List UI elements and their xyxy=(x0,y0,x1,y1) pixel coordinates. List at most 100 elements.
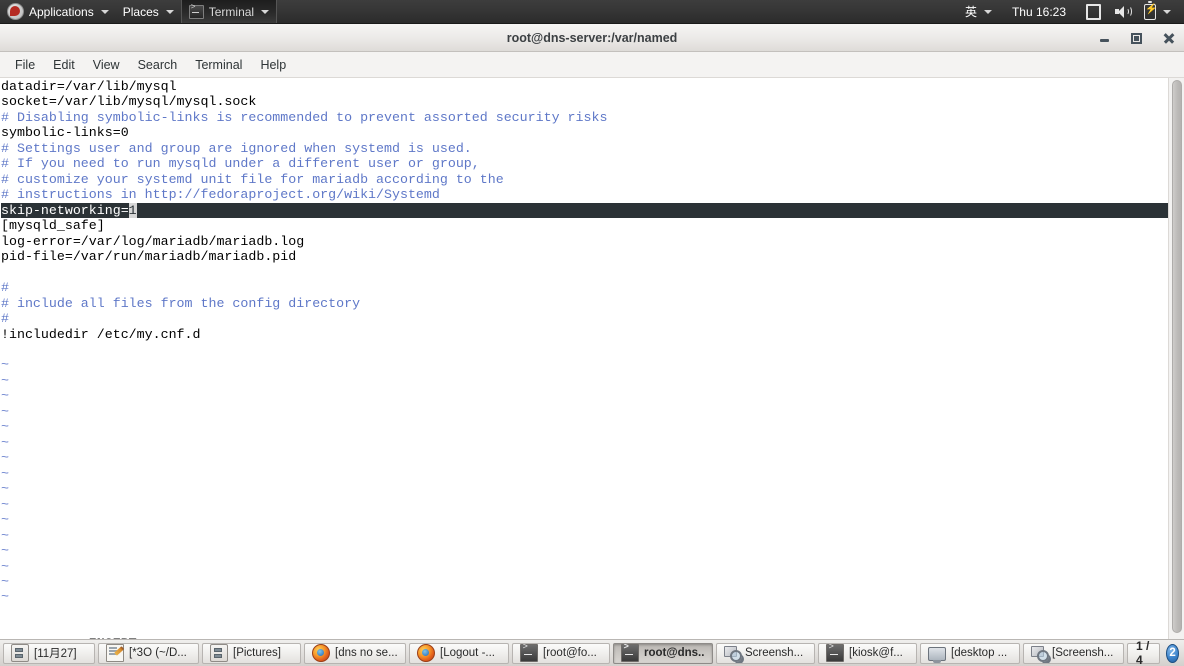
clock-label: Thu 16:23 xyxy=(1011,4,1066,19)
terminal-line-text: # Settings user and group are ignored wh… xyxy=(1,140,472,156)
top-panel-right: 英 Thu 16:23 xyxy=(958,0,1184,23)
taskbar-item-label: [desktop ... xyxy=(951,647,1008,659)
vim-empty-line-marker: ~ xyxy=(1,589,9,605)
places-menu[interactable]: Places xyxy=(116,0,181,23)
fedora-logo-icon xyxy=(7,3,24,20)
editor-icon xyxy=(106,644,124,662)
workspace-label: 1 / 4 xyxy=(1136,639,1150,666)
terminal-line: !includedir /etc/my.cnf.d xyxy=(1,327,1168,342)
terminal-line: log-error=/var/log/mariadb/mariadb.log xyxy=(1,234,1168,249)
vim-empty-line-marker: ~ xyxy=(1,419,9,435)
terminal-line-text: symbolic-links=0 xyxy=(1,125,129,141)
menu-file[interactable]: File xyxy=(6,55,44,75)
terminal-line: ~ xyxy=(1,543,1168,558)
vim-empty-line-marker: ~ xyxy=(1,372,9,388)
top-panel: Applications Places Terminal 英 Thu 16:23 xyxy=(0,0,1184,24)
taskbar-item-label: [Logout -... xyxy=(440,647,495,659)
terminal-line: ~ xyxy=(1,528,1168,543)
workspace-switcher[interactable]: 1 / 4 xyxy=(1127,639,1161,666)
terminal-line xyxy=(1,265,1168,280)
menu-help[interactable]: Help xyxy=(251,55,295,75)
menu-terminal[interactable]: Terminal xyxy=(186,55,251,75)
maximize-button[interactable] xyxy=(1130,31,1144,45)
files-icon xyxy=(11,644,29,662)
terminal-line-text xyxy=(1,265,9,280)
taskbar-item-label: [dns no se... xyxy=(335,647,398,659)
taskbar-item[interactable]: [Screensh... xyxy=(1023,642,1124,664)
vim-empty-line-marker: ~ xyxy=(1,574,9,589)
taskbar-item[interactable]: root@dns... xyxy=(613,642,713,664)
terminal-line: ~ xyxy=(1,574,1168,589)
terminal-text-area[interactable]: datadir=/var/lib/mysql socket=/var/lib/my… xyxy=(0,78,1169,639)
menu-edit[interactable]: Edit xyxy=(44,55,84,75)
terminal-line: ~ xyxy=(1,357,1168,372)
menu-search[interactable]: Search xyxy=(129,55,187,75)
terminal-icon xyxy=(621,644,639,662)
terminal-view[interactable]: datadir=/var/lib/mysql socket=/var/lib/my… xyxy=(0,78,1184,639)
taskbar-item-label: [Screensh... xyxy=(1052,647,1114,659)
taskbar-item-label: [kiosk@f... xyxy=(849,647,903,659)
input-method-indicator[interactable]: 英 xyxy=(958,0,999,23)
notification-count: 2 xyxy=(1169,647,1176,659)
vim-empty-line-marker: ~ xyxy=(1,450,9,466)
terminal-line: ~ xyxy=(1,512,1168,527)
terminal-line-text: # xyxy=(1,311,9,327)
taskbar-item[interactable]: [11月27] xyxy=(3,642,95,664)
window-controls xyxy=(1098,24,1176,52)
minimize-button[interactable] xyxy=(1098,31,1112,45)
taskbar-item-label: [*3O (~/D... xyxy=(129,647,187,659)
taskbar-item[interactable]: [dns no se... xyxy=(304,642,406,664)
taskbar-item[interactable]: [Pictures] xyxy=(202,642,301,664)
taskbar-item[interactable]: [kiosk@f... xyxy=(818,642,917,664)
terminal-line-text: # xyxy=(1,280,9,296)
screenshot-icon xyxy=(1031,645,1049,662)
terminal-scrollbar[interactable] xyxy=(1168,78,1184,639)
window-titlebar[interactable]: root@dns-server:/var/named xyxy=(0,24,1184,52)
close-button[interactable] xyxy=(1162,31,1176,45)
applications-menu-label: Applications xyxy=(29,4,94,19)
terminal-line: symbolic-links=0 xyxy=(1,125,1168,140)
terminal-line: ~ xyxy=(1,435,1168,450)
chevron-down-icon xyxy=(1163,9,1171,14)
taskbar-item[interactable]: [*3O (~/D... xyxy=(98,642,199,664)
terminal-line-text: skip-networking= xyxy=(1,202,129,218)
terminal-line-text: # instructions in http://fedoraproject.o… xyxy=(1,187,440,203)
taskbar-item[interactable]: [desktop ... xyxy=(920,642,1020,664)
taskbar-item[interactable]: [Logout -... xyxy=(409,642,509,664)
terminal-scrollbar-thumb[interactable] xyxy=(1172,80,1182,633)
taskbar-window-list: [11月27] [*3O (~/D... [Pictures] [dns no se.… xyxy=(3,642,1124,664)
terminal-line-text: pid-file=/var/run/mariadb/mariadb.pid xyxy=(1,249,297,265)
terminal-line: # xyxy=(1,280,1168,295)
taskbar-item[interactable]: Screensh... xyxy=(716,642,815,664)
top-panel-left: Applications Places Terminal xyxy=(0,0,278,23)
vim-empty-line-marker: ~ xyxy=(1,527,9,543)
battery-button[interactable] xyxy=(1137,0,1178,23)
taskbar-item-label: [root@fo... xyxy=(543,647,597,659)
files-icon xyxy=(210,644,228,662)
window-title: root@dns-server:/var/named xyxy=(506,30,678,45)
terminal-line: ~ xyxy=(1,450,1168,465)
vim-empty-line-marker: ~ xyxy=(1,357,9,373)
terminal-line: ~ xyxy=(1,388,1168,403)
terminal-line-text: [mysqld_safe] xyxy=(1,218,105,234)
terminal-line: # Disabling symbolic-links is recommende… xyxy=(1,110,1168,125)
chevron-down-icon xyxy=(261,9,270,14)
chevron-down-icon xyxy=(100,9,109,14)
vim-empty-line-marker: ~ xyxy=(1,481,9,497)
window-menu-terminal[interactable]: Terminal xyxy=(180,0,278,23)
battery-icon xyxy=(1144,1,1157,20)
terminal-line: datadir=/var/lib/mysql xyxy=(1,79,1168,94)
volume-icon xyxy=(1115,5,1132,18)
clock[interactable]: Thu 16:23 xyxy=(999,0,1079,23)
display-settings-button[interactable] xyxy=(1079,0,1108,23)
notification-badge[interactable]: 2 xyxy=(1166,643,1179,663)
desktop-root: Applications Places Terminal 英 Thu 16:23 xyxy=(0,0,1184,666)
taskbar-item[interactable]: [root@fo... xyxy=(512,642,610,664)
terminal-line: ~ xyxy=(1,373,1168,388)
applications-menu[interactable]: Applications xyxy=(0,0,116,23)
terminal-selected-line: skip-networking=1 xyxy=(1,202,1169,219)
volume-button[interactable] xyxy=(1108,0,1137,23)
taskbar-item-label: Screensh... xyxy=(745,647,804,659)
vim-empty-line-marker: ~ xyxy=(1,434,9,450)
menu-view[interactable]: View xyxy=(84,55,129,75)
